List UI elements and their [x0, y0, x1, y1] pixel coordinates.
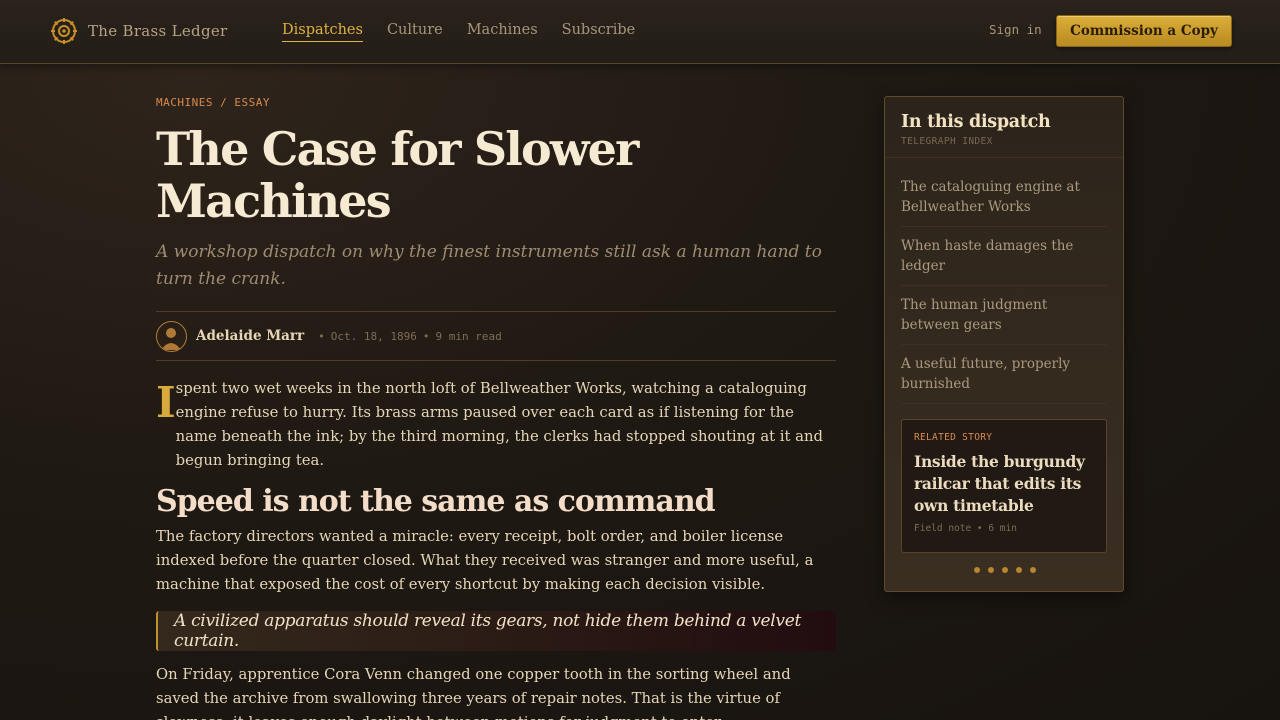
table-of-contents: The cataloguing engine at Bellweather Wo… — [885, 158, 1123, 404]
author-avatar[interactable] — [156, 320, 187, 352]
article-dek: A workshop dispatch on why the finest in… — [156, 242, 822, 289]
related-story-label: RELATED STORY — [914, 432, 993, 443]
nav-item-culture[interactable]: Culture — [387, 22, 443, 42]
related-story-card[interactable]: RELATED STORY Inside the burgundy railca… — [901, 419, 1107, 553]
commission-copy-button[interactable]: Commission a Copy — [1056, 15, 1232, 47]
dispatch-sidebar: In this dispatch TELEGRAPH INDEX The cat… — [884, 96, 1124, 592]
article-meta: • Oct. 18, 1896 • 9 min read — [312, 330, 502, 343]
article: MACHINES / ESSAY The Case for Slower Mac… — [156, 96, 836, 720]
related-story-title[interactable]: Inside the burgundy railcar that edits i… — [914, 451, 1094, 517]
related-story-meta: Field note • 6 min — [914, 523, 1017, 534]
person-icon — [161, 327, 181, 350]
sidebar-header: In this dispatch TELEGRAPH INDEX — [885, 97, 1123, 158]
article-kicker[interactable]: MACHINES / ESSAY — [156, 96, 836, 109]
toc-item[interactable]: The human judgment between gears — [901, 286, 1107, 345]
article-date: Oct. 18, 1896 — [330, 329, 417, 343]
section-heading: Speed is not the same as command — [156, 484, 716, 519]
nav-item-machines[interactable]: Machines — [467, 22, 538, 42]
toc-item[interactable]: A useful future, properly burnished — [901, 345, 1107, 404]
main-nav: Dispatches Culture Machines Subscribe — [282, 22, 635, 42]
brand-name: The Brass Ledger — [88, 22, 228, 40]
meta-separator: • — [422, 329, 430, 343]
body-paragraph-3: On Friday, apprentice Cora Venn changed … — [156, 666, 791, 720]
toc-item[interactable]: When haste damages the ledger — [901, 227, 1107, 286]
author-name[interactable]: Adelaide Marr — [196, 328, 304, 344]
sidebar-title: In this dispatch — [901, 112, 1051, 132]
top-navigation-bar: The Brass Ledger Dispatches Culture Mach… — [0, 0, 1280, 64]
read-time: 9 min read — [435, 329, 502, 343]
gear-icon — [51, 18, 77, 44]
nav-item-dispatches[interactable]: Dispatches — [282, 22, 363, 42]
toc-item[interactable]: The cataloguing engine at Bellweather Wo… — [901, 168, 1107, 227]
body-paragraph-2: The factory directors wanted a miracle: … — [156, 528, 814, 593]
carousel-dot[interactable] — [1030, 567, 1036, 573]
carousel-dot[interactable] — [974, 567, 980, 573]
drop-cap: I — [156, 378, 176, 427]
article-title: The Case for Slower Machines — [156, 122, 639, 228]
pull-quote: A civilized apparatus should reveal its … — [156, 611, 836, 651]
lead-text: spent two wet weeks in the north loft of… — [175, 380, 824, 469]
sidebar-subtitle: TELEGRAPH INDEX — [901, 136, 993, 147]
meta-separator: • — [318, 329, 325, 343]
byline: Adelaide Marr • Oct. 18, 1896 • 9 min read — [156, 311, 836, 361]
nav-item-subscribe[interactable]: Subscribe — [562, 22, 636, 42]
carousel-dot[interactable] — [1016, 567, 1022, 573]
carousel-dot[interactable] — [988, 567, 994, 573]
lead-paragraph: I spent two wet weeks in the north loft … — [156, 377, 836, 473]
sign-in-link[interactable]: Sign in — [989, 22, 1042, 37]
brand[interactable]: The Brass Ledger — [50, 17, 228, 45]
carousel-dot[interactable] — [1002, 567, 1008, 573]
carousel-dots — [885, 567, 1125, 573]
